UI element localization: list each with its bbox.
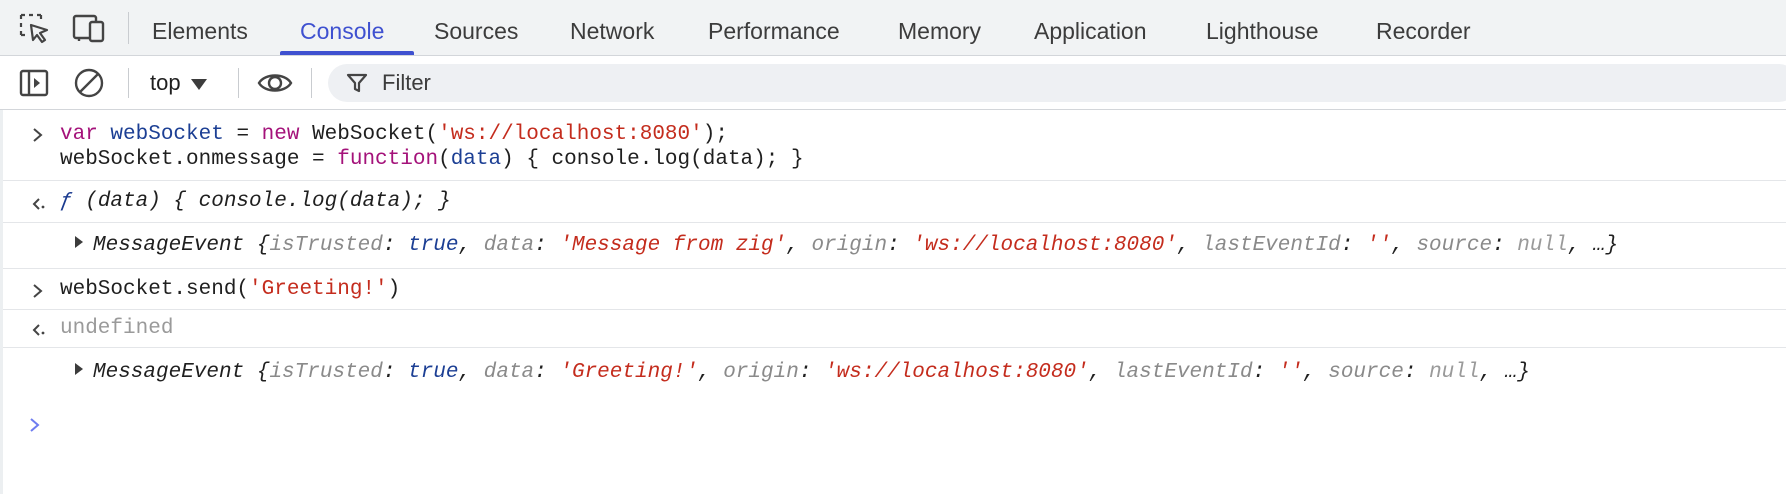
divider (311, 68, 312, 98)
divider (128, 12, 129, 44)
console-result-entry: undefined (3, 310, 1786, 348)
devtools-tab-bar: Elements Console Sources Network Perform… (0, 0, 1786, 56)
device-toolbar-icon[interactable] (72, 12, 105, 44)
divider (128, 68, 129, 98)
console-input-entry: webSocket.send('Greeting!') (3, 269, 1786, 310)
live-expression-icon[interactable] (256, 66, 294, 100)
tab-performance[interactable]: Performance (708, 0, 840, 56)
tab-console[interactable]: Console (300, 0, 384, 56)
message-event-object[interactable]: MessageEvent {isTrusted: true, data: 'Me… (75, 233, 1618, 258)
divider (238, 68, 239, 98)
code-line: webSocket.send('Greeting!') (60, 278, 401, 301)
result-arrow-icon (32, 324, 45, 336)
undefined-result: undefined (60, 317, 174, 340)
filter-input[interactable]: Filter (328, 64, 1786, 102)
tab-application[interactable]: Application (1034, 0, 1147, 56)
console-input-entry: var webSocket = new WebSocket('ws://loca… (3, 110, 1786, 181)
message-event-object[interactable]: MessageEvent {isTrusted: true, data: 'Gr… (75, 360, 1530, 385)
expand-triangle-icon[interactable] (75, 363, 83, 376)
function-result[interactable]: ƒ (data) { console.log(data); } (60, 189, 451, 214)
input-chevron-icon (33, 284, 43, 298)
tab-lighthouse[interactable]: Lighthouse (1206, 0, 1319, 56)
console-output: var webSocket = new WebSocket('ws://loca… (0, 110, 1786, 494)
inspect-element-icon[interactable] (18, 12, 50, 44)
console-log-entry[interactable]: MessageEvent {isTrusted: true, data: 'Me… (3, 223, 1786, 269)
console-log-entry[interactable]: MessageEvent {isTrusted: true, data: 'Gr… (3, 348, 1786, 396)
console-prompt-icon[interactable] (28, 417, 42, 433)
tab-recorder[interactable]: Recorder (1376, 0, 1471, 56)
tab-elements[interactable]: Elements (152, 0, 248, 56)
filter-placeholder: Filter (382, 70, 431, 95)
result-arrow-icon (32, 198, 45, 210)
tab-network[interactable]: Network (570, 0, 654, 56)
input-chevron-icon (33, 128, 43, 142)
chevron-down-icon (190, 78, 207, 90)
show-sidebar-icon[interactable] (17, 66, 51, 100)
code-line: webSocket.onmessage = function(data) { c… (60, 148, 804, 171)
filter-icon (346, 73, 368, 93)
code-line: var webSocket = new WebSocket('ws://loca… (60, 123, 728, 146)
expand-triangle-icon[interactable] (75, 236, 83, 249)
tab-memory[interactable]: Memory (898, 0, 981, 56)
tab-sources[interactable]: Sources (434, 0, 518, 56)
clear-console-icon[interactable] (72, 66, 106, 100)
context-label: top (150, 70, 181, 95)
context-selector[interactable]: top (150, 68, 207, 98)
console-result-entry: ƒ (data) { console.log(data); } (3, 181, 1786, 223)
active-tab-indicator (280, 51, 414, 55)
console-toolbar: top Filter (0, 56, 1786, 110)
